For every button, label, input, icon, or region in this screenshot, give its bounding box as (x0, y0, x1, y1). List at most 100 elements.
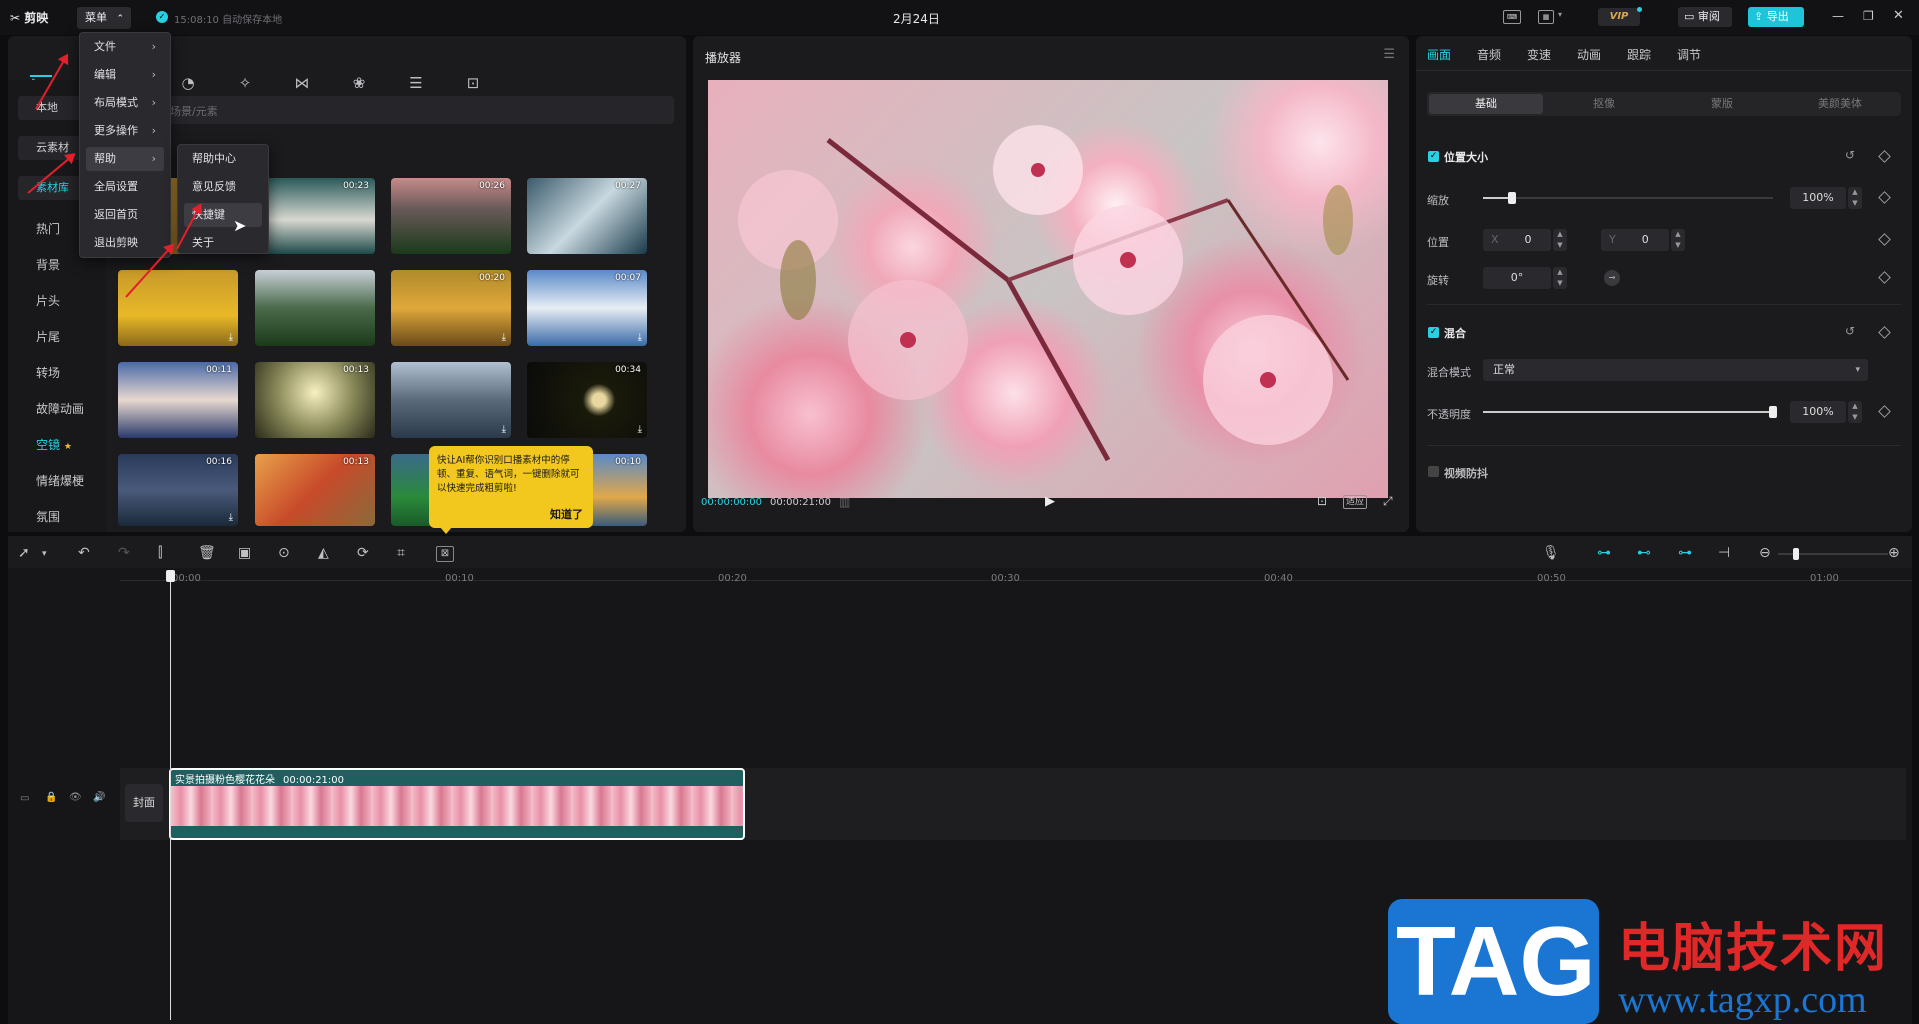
position-x-input[interactable]: X0 (1483, 229, 1551, 251)
menu-item-help[interactable]: 帮助 › (86, 147, 164, 171)
split-screen-icon[interactable]: ⊣ (1718, 545, 1730, 561)
sidebar-item-atmosphere[interactable]: 氛围 (36, 508, 106, 525)
search-input[interactable]: ⌕ 搜索场景/元素 (118, 96, 674, 124)
subtab-beauty[interactable]: 美颜美体 (1783, 94, 1897, 114)
media-thumbnail[interactable] (255, 270, 375, 346)
submenu-feedback[interactable]: 意见反馈 (184, 175, 262, 199)
got-it-button[interactable]: 知道了 (550, 506, 583, 522)
chevron-down-icon[interactable]: ▾ (42, 549, 47, 559)
keyboard-icon[interactable]: ⌨ (1503, 10, 1521, 24)
media-thumbnail[interactable]: 00:13 (255, 454, 375, 526)
video-preview[interactable] (708, 80, 1388, 498)
zoom-out-icon[interactable]: ⊖ (1759, 545, 1771, 561)
sidebar-item-glitch[interactable]: 故障动画 (36, 400, 106, 417)
submenu-help-center[interactable]: 帮助中心 (184, 147, 262, 171)
menu-item-edit[interactable]: 编辑 › (86, 63, 164, 87)
restore-icon[interactable]: ❐ (1863, 9, 1874, 23)
redo-icon[interactable]: ↷ (118, 545, 130, 561)
tab-animation[interactable]: 动画 (1577, 46, 1601, 63)
speaker-icon[interactable]: 🔊 (93, 792, 105, 803)
menu-item-layout[interactable]: 布局模式 › (86, 91, 164, 115)
freeze-icon[interactable]: ▣ (238, 545, 251, 561)
scale-slider[interactable] (1483, 197, 1773, 199)
chevron-down-icon[interactable]: ▾ (1558, 10, 1562, 19)
lock-icon[interactable]: 🔒 (45, 792, 57, 803)
reset-icon[interactable]: ↺ (1845, 148, 1855, 162)
stabilize-checkbox[interactable] (1428, 466, 1439, 477)
sidebar-item-intro[interactable]: 片头 (36, 292, 106, 309)
subtab-mask[interactable]: 蒙版 (1665, 94, 1779, 114)
media-thumbnail[interactable]: 00:13 (255, 362, 375, 438)
split-icon[interactable]: ⫿ (158, 545, 162, 561)
rotate-icon[interactable]: ⟳ (357, 545, 369, 561)
download-icon[interactable]: ⤓ (229, 512, 233, 523)
link-toggle-icon[interactable]: ⊶ (1597, 545, 1611, 561)
player-menu-icon[interactable]: ☰ (1383, 47, 1395, 62)
position-x-stepper[interactable]: ▲ ▼ (1553, 229, 1567, 251)
sidebar-item-outro[interactable]: 片尾 (36, 328, 106, 345)
position-size-checkbox[interactable]: ✓ (1428, 151, 1439, 162)
vip-badge[interactable]: VIP (1598, 8, 1640, 26)
media-thumbnail[interactable]: ⤓ (118, 270, 238, 346)
fullscreen-icon[interactable]: ⤢ (1383, 494, 1393, 509)
eye-icon[interactable]: 👁 (69, 792, 82, 803)
submenu-about[interactable]: 关于 (184, 231, 262, 255)
download-icon[interactable]: ⤓ (502, 424, 506, 435)
download-icon[interactable]: ⤓ (638, 332, 642, 343)
rotate-stepper[interactable]: ▲ ▼ (1553, 267, 1567, 289)
layout-icon[interactable]: ▦ (1538, 10, 1554, 24)
tab-tracking[interactable]: 跟踪 (1627, 46, 1651, 63)
cover-button[interactable]: 封面 (125, 784, 163, 822)
menu-button[interactable]: 菜单 ⌃ (77, 7, 131, 29)
media-thumbnail[interactable]: 00:20 ⤓ (391, 270, 511, 346)
smart-cut-icon[interactable]: ⊠ (436, 546, 454, 562)
play-icon[interactable]: ▶ (1045, 494, 1055, 509)
minimize-icon[interactable]: — (1832, 9, 1844, 23)
media-thumbnail[interactable]: 00:16 ⤓ (118, 454, 238, 526)
download-icon[interactable]: ⤓ (502, 332, 506, 343)
tab-adjust-props[interactable]: 调节 (1677, 46, 1701, 63)
sidebar-local[interactable]: 本地 (18, 96, 84, 120)
sidebar-item-background[interactable]: 背景 (36, 256, 106, 273)
menu-item-global-settings[interactable]: 全局设置 (86, 175, 164, 199)
opacity-value-input[interactable]: 100% (1790, 401, 1846, 423)
scale-slider-handle[interactable] (1508, 192, 1516, 204)
zoom-in-icon[interactable]: ⊕ (1888, 545, 1900, 561)
select-pointer-icon[interactable]: ➚ (18, 545, 30, 561)
media-thumbnail[interactable]: 00:07 ⤓ (527, 270, 647, 346)
video-clip[interactable]: 实景拍摄粉色樱花花朵 00:00:21:00 (169, 768, 745, 840)
scale-stepper[interactable]: ▲ ▼ (1848, 187, 1862, 209)
media-thumbnail[interactable]: 00:11 (118, 362, 238, 438)
delete-icon[interactable]: 🗑 (198, 545, 216, 561)
menu-item-more[interactable]: 更多操作 › (86, 119, 164, 143)
waveform-icon[interactable]: ▥ (839, 495, 850, 509)
scale-value-input[interactable]: 100% (1790, 187, 1846, 209)
playhead[interactable] (170, 570, 171, 1020)
media-thumbnail[interactable]: 00:34 ⤓ (527, 362, 647, 438)
mirror-icon[interactable]: ◭ (318, 545, 329, 561)
preview-axis-icon[interactable]: ⊶ (1678, 545, 1692, 561)
opacity-stepper[interactable]: ▲ ▼ (1848, 401, 1862, 423)
opacity-slider-handle[interactable] (1769, 406, 1777, 418)
blend-checkbox[interactable]: ✓ (1428, 327, 1439, 338)
blend-mode-select[interactable]: 正常 ▾ (1483, 359, 1868, 381)
rotate-input[interactable]: 0° (1483, 267, 1551, 289)
zoom-slider-handle[interactable] (1793, 548, 1799, 560)
media-thumbnail[interactable]: 00:26 (391, 178, 511, 254)
position-y-stepper[interactable]: ▲ ▼ (1671, 229, 1685, 251)
tab-speed[interactable]: 变速 (1527, 46, 1551, 63)
sidebar-library[interactable]: 素材库 (18, 176, 84, 200)
sidebar-item-transition[interactable]: 转场 (36, 364, 106, 381)
menu-item-exit[interactable]: 退出剪映 (86, 231, 164, 255)
position-y-input[interactable]: Y0 (1601, 229, 1669, 251)
microphone-icon[interactable]: 🎙 (1542, 545, 1560, 561)
menu-item-file[interactable]: 文件 › (86, 35, 164, 59)
sidebar-item-empty-shot[interactable]: 空镜 ★ (36, 436, 106, 453)
tab-picture[interactable]: 画面 (1427, 46, 1451, 63)
download-icon[interactable]: ⤓ (638, 424, 642, 435)
subtab-cutout[interactable]: 抠像 (1547, 94, 1661, 114)
reverse-icon[interactable]: ⊙ (278, 545, 290, 561)
undo-icon[interactable]: ↶ (78, 545, 90, 561)
snap-toggle-icon[interactable]: ⊷ (1637, 545, 1651, 561)
review-button[interactable]: ▭ 审阅 (1678, 7, 1732, 27)
